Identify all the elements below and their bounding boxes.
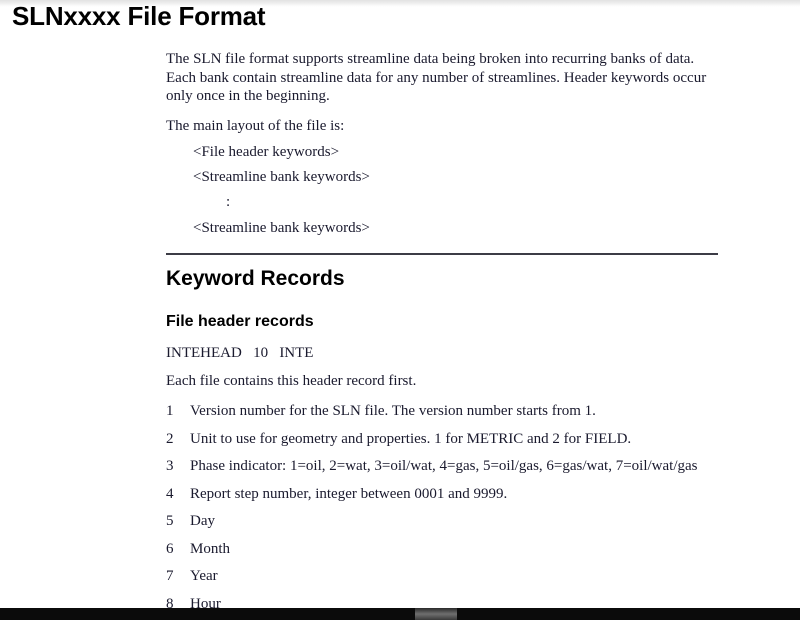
list-item: 5 Day [166, 512, 718, 530]
field-list: 1 Version number for the SLN file. The v… [166, 402, 718, 608]
field-description: Year [190, 568, 218, 584]
field-index: 7 [166, 568, 174, 584]
sub-heading-file-header-records: File header records [166, 313, 314, 330]
field-description: Hour [190, 595, 221, 609]
list-item: 3 Phase indicator: 1=oil, 2=wat, 3=oil/w… [166, 457, 718, 475]
page-title: SLNxxxx File Format [12, 1, 266, 31]
field-description: Phase indicator: 1=oil, 2=wat, 3=oil/wat… [190, 458, 698, 474]
list-item: 7 Year [166, 567, 718, 585]
keyword-record-inteheads: INTEHEAD 10 INTE [166, 345, 314, 361]
document-body: The SLN file format supports streamline … [166, 50, 718, 608]
field-index: 5 [166, 513, 174, 529]
field-description: Day [190, 513, 215, 529]
keyword-record-note: Each file contains this header record fi… [166, 373, 417, 389]
layout-line-continuation: : [226, 194, 231, 210]
layout-line-file-header: <File header keywords> [193, 144, 340, 160]
section-heading-keyword-records: Keyword Records [166, 267, 345, 290]
section-divider [166, 253, 718, 255]
layout-line-streamline-bank-last: <Streamline bank keywords> [193, 220, 370, 236]
horizontal-scrollbar-thumb[interactable] [415, 608, 457, 620]
file-layout-block: <File header keywords> <Streamline bank … [166, 143, 718, 237]
list-item: 2 Unit to use for geometry and propertie… [166, 430, 718, 448]
field-description: Month [190, 540, 231, 557]
horizontal-scrollbar[interactable] [0, 608, 800, 620]
field-description: Version number for the SLN file. The ver… [190, 403, 596, 419]
field-index: 8 [166, 595, 174, 609]
layout-line-streamline-bank-first: <Streamline bank keywords> [193, 169, 370, 185]
field-index: 4 [166, 485, 174, 502]
field-description: Unit to use for geometry and properties.… [190, 430, 632, 447]
field-index: 2 [166, 430, 174, 447]
field-index: 6 [166, 540, 174, 557]
list-item: 1 Version number for the SLN file. The v… [166, 402, 718, 420]
document-page: SLNxxxx File Format The SLN file format … [0, 0, 800, 608]
field-description: Report step number, integer between 0001… [190, 485, 508, 502]
list-item: 8 Hour [166, 595, 718, 609]
list-item: 4 Report step number, integer between 00… [166, 485, 718, 503]
field-index: 3 [166, 458, 174, 474]
layout-lead-in: The main layout of the file is: [166, 117, 345, 134]
intro-paragraph: The SLN file format supports streamline … [166, 51, 707, 104]
list-item: 6 Month [166, 540, 718, 558]
field-index: 1 [166, 403, 174, 419]
